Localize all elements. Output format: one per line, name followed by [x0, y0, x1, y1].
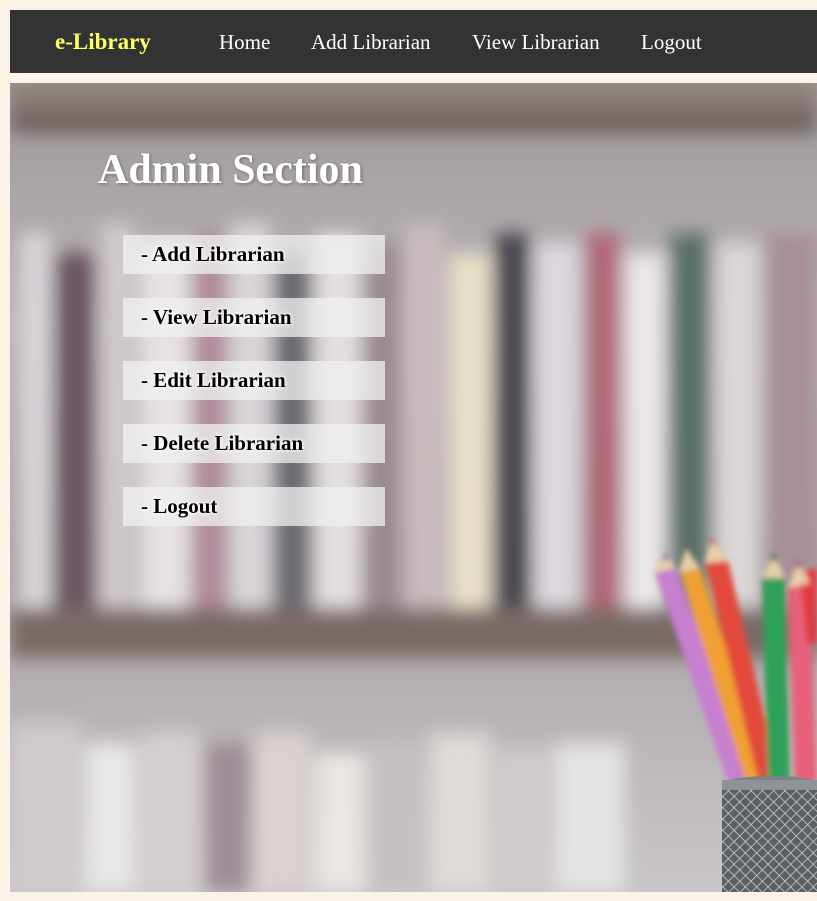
- menu-logout[interactable]: - Logout: [123, 487, 385, 526]
- nav-home-link[interactable]: Home: [219, 27, 270, 57]
- admin-hero-section: Admin Section - Add Librarian - View Lib…: [10, 83, 817, 892]
- top-navbar: e-Library Home Add Librarian View Librar…: [10, 10, 817, 73]
- nav-view-librarian-link[interactable]: View Librarian: [472, 27, 600, 57]
- brand-logo-link[interactable]: e-Library: [55, 27, 151, 57]
- menu-delete-librarian[interactable]: - Delete Librarian: [123, 424, 385, 463]
- menu-view-librarian[interactable]: - View Librarian: [123, 298, 385, 337]
- page-title: Admin Section: [98, 147, 363, 193]
- menu-edit-librarian[interactable]: - Edit Librarian: [123, 361, 385, 400]
- nav-logout-link[interactable]: Logout: [641, 27, 702, 57]
- menu-add-librarian[interactable]: - Add Librarian: [123, 235, 385, 274]
- nav-add-librarian-link[interactable]: Add Librarian: [311, 27, 431, 57]
